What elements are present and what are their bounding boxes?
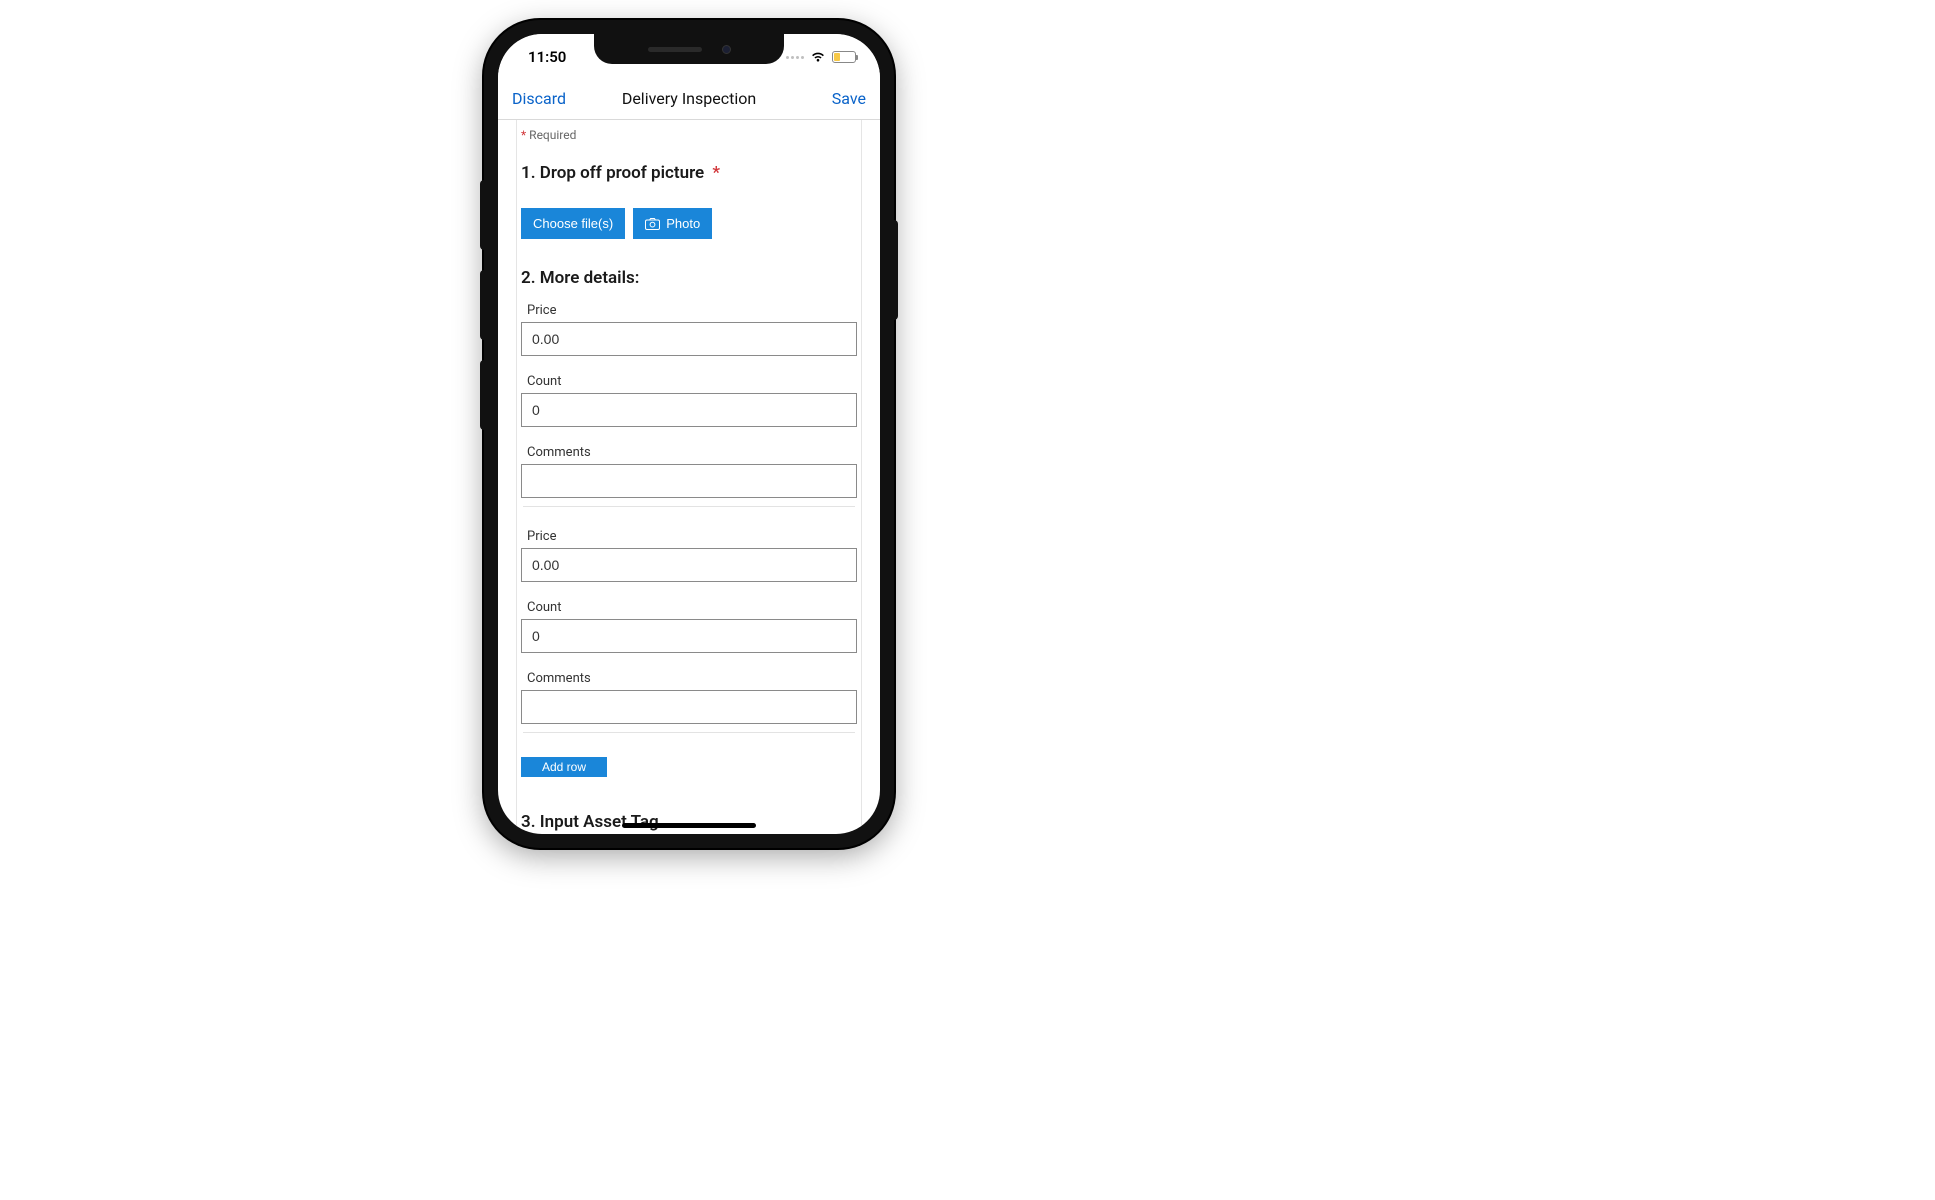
comments-label: Comments bbox=[527, 671, 857, 686]
price-label: Price bbox=[527, 303, 857, 318]
battery-icon bbox=[832, 51, 856, 63]
nav-bar: Discard Delivery Inspection Save bbox=[498, 78, 880, 120]
speaker-grill bbox=[648, 47, 702, 52]
detail-row: Price Count Comments bbox=[521, 303, 857, 519]
save-button[interactable]: Save bbox=[832, 89, 866, 108]
status-time: 11:50 bbox=[528, 46, 566, 66]
choose-files-button[interactable]: Choose file(s) bbox=[521, 208, 625, 239]
required-note: *Required bbox=[521, 128, 857, 142]
q3-number: 3. bbox=[521, 812, 536, 832]
camera-icon bbox=[645, 218, 660, 230]
comments-input[interactable] bbox=[521, 464, 857, 498]
count-label: Count bbox=[527, 600, 857, 615]
count-label: Count bbox=[527, 374, 857, 389]
q1-number: 1. bbox=[521, 163, 536, 183]
phone-frame: 11:50 Discard Delivery Inspection Save bbox=[484, 20, 894, 848]
form-scroll-area[interactable]: *Required 1. Drop off proof picture * Ch… bbox=[498, 120, 880, 834]
question-2: 2. More details: Price Count Comments bbox=[521, 267, 857, 777]
count-input[interactable] bbox=[521, 619, 857, 653]
wifi-icon bbox=[810, 51, 826, 63]
phone-screen: 11:50 Discard Delivery Inspection Save bbox=[498, 34, 880, 834]
comments-label: Comments bbox=[527, 445, 857, 460]
home-indicator[interactable] bbox=[622, 823, 756, 828]
discard-button[interactable]: Discard bbox=[512, 89, 566, 108]
required-asterisk: * bbox=[712, 163, 720, 183]
comments-input[interactable] bbox=[521, 690, 857, 724]
phone-notch bbox=[594, 34, 784, 64]
price-input[interactable] bbox=[521, 548, 857, 582]
detail-row: Price Count Comments bbox=[521, 529, 857, 745]
question-1: 1. Drop off proof picture * Choose file(… bbox=[521, 162, 857, 239]
front-camera bbox=[722, 45, 731, 54]
price-label: Price bbox=[527, 529, 857, 544]
add-row-button[interactable]: Add row bbox=[521, 757, 607, 777]
cellular-dots-icon bbox=[786, 56, 804, 59]
price-input[interactable] bbox=[521, 322, 857, 356]
q2-label: More details: bbox=[540, 268, 640, 288]
q2-number: 2. bbox=[521, 268, 536, 288]
photo-button[interactable]: Photo bbox=[633, 208, 712, 239]
count-input[interactable] bbox=[521, 393, 857, 427]
q1-label: Drop off proof picture bbox=[540, 163, 704, 183]
